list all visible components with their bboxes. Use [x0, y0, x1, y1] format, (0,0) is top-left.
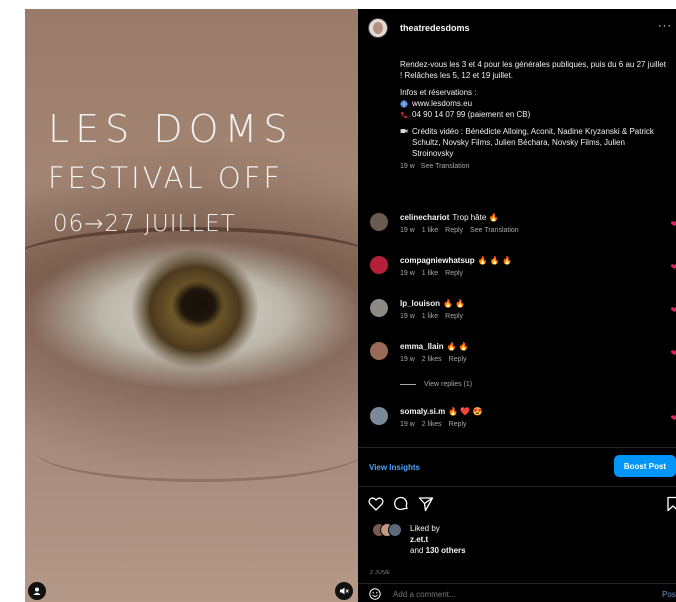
caption-meta: 19 w See Translation: [400, 161, 668, 172]
liked-others[interactable]: 130 others: [426, 546, 466, 555]
speaker-muted-icon: [340, 587, 349, 595]
more-options-icon[interactable]: ···: [658, 20, 672, 32]
comment-item: compagniewhatsup 🔥 🔥 🔥 19 w 1 like Reply ❤: [370, 256, 676, 277]
poster-dates: 06→27 JUILLET: [53, 211, 236, 237]
liker-avatar: [388, 523, 402, 537]
caption-website-row: www.lesdoms.eu: [400, 98, 668, 109]
caption-age: 19 w: [400, 163, 415, 170]
post-actions: Liked by z.et.t and 130 others 2 JUNE Po…: [358, 486, 676, 602]
see-translation-link[interactable]: See Translation: [421, 163, 470, 170]
replies-divider: [400, 384, 416, 385]
comment-likes[interactable]: 1 like: [422, 313, 438, 320]
post-caption: Rendez-vous les 3 et 4 pour les générale…: [400, 59, 668, 172]
comment-username[interactable]: lp_louison: [400, 299, 440, 308]
comment-username[interactable]: compagniewhatsup: [400, 256, 475, 265]
author-avatar[interactable]: [368, 18, 388, 38]
action-icons: [368, 496, 434, 512]
comment-like-heart-icon[interactable]: ❤: [670, 348, 676, 359]
commenter-avatar[interactable]: [370, 342, 388, 360]
fire-emoji: 🔥 🔥: [446, 342, 469, 351]
comment-item: emma_llain 🔥 🔥 19 w 2 likes Reply ❤: [370, 342, 676, 363]
phone-icon: [401, 111, 408, 118]
comment-item: lp_louison 🔥 🔥 19 w 1 like Reply ❤: [370, 299, 676, 320]
commenter-avatar[interactable]: [370, 407, 388, 425]
comment-reply-button[interactable]: Reply: [445, 313, 463, 320]
comment-like-heart-icon[interactable]: ❤: [670, 413, 676, 424]
commenter-avatar[interactable]: [370, 256, 388, 274]
comment-like-heart-icon[interactable]: ❤: [670, 305, 676, 316]
comment-reply-button[interactable]: Reply: [445, 227, 463, 234]
comment-reply-button[interactable]: Reply: [449, 421, 467, 428]
see-translation-link[interactable]: See Translation: [470, 227, 519, 234]
view-replies-label: View replies (1): [424, 381, 473, 388]
comment-icon[interactable]: [393, 496, 409, 512]
save-button[interactable]: [666, 496, 676, 514]
comment-like-heart-icon[interactable]: ❤: [670, 262, 676, 273]
comment-likes[interactable]: 1 like: [422, 270, 438, 277]
liked-avatars[interactable]: [372, 523, 408, 537]
post-date[interactable]: 2 JUNE: [370, 570, 390, 576]
heart-icon[interactable]: [368, 496, 384, 512]
comment-age: 19 w: [400, 313, 415, 320]
bookmark-icon: [667, 496, 676, 512]
comment-item: celinechariot Trop hâte 🔥 19 w 1 like Reply…: [370, 213, 676, 234]
post-comment-button[interactable]: Post: [662, 590, 676, 599]
caption-credits: Crédits vidéo : Bénédicte Alloing, Aconi…: [412, 127, 654, 158]
comment-like-heart-icon[interactable]: ❤: [670, 219, 676, 230]
insights-bar: View Insights Boost Post: [358, 447, 676, 486]
poster-subtitle: FESTIVAL OFF: [48, 161, 284, 195]
caption-website: www.lesdoms.eu: [412, 99, 473, 108]
liked-by: Liked by z.et.t and 130 others: [372, 523, 466, 556]
comment-username[interactable]: emma_llain: [400, 342, 444, 351]
author-username[interactable]: theatredesdoms: [400, 23, 470, 33]
globe-icon: [400, 99, 408, 108]
caption-credits-row: Crédits vidéo : Bénédicte Alloing, Aconi…: [400, 126, 668, 159]
liked-user[interactable]: z.et.t: [410, 535, 428, 544]
comment-age: 19 w: [400, 421, 415, 428]
poster-title: LES DOMS: [48, 107, 294, 151]
tagged-users-button[interactable]: [28, 582, 46, 600]
comment-likes[interactable]: 2 likes: [422, 421, 442, 428]
caption-text: Rendez-vous les 3 et 4 pour les générale…: [400, 60, 666, 80]
view-replies-button[interactable]: View replies (1): [400, 381, 472, 388]
comment-reply-button[interactable]: Reply: [449, 356, 467, 363]
view-insights-link[interactable]: View Insights: [369, 463, 420, 472]
post-sidebar: theatredesdoms ··· Rendez-vous les 3 et …: [358, 9, 676, 602]
fire-emoji: 🔥: [488, 213, 499, 222]
lower-lid-crease: [35, 419, 358, 482]
comment-age: 19 w: [400, 227, 415, 234]
post-header: theatredesdoms ···: [358, 9, 676, 47]
share-icon[interactable]: [418, 496, 434, 512]
comment-reply-button[interactable]: Reply: [445, 270, 463, 277]
post-media[interactable]: LES DOMS FESTIVAL OFF 06→27 JUILLET: [25, 9, 358, 602]
boost-post-button[interactable]: Boost Post: [614, 455, 676, 477]
mute-button[interactable]: [335, 582, 353, 600]
caption-phone: 04 90 14 07 99 (paiement en CB): [412, 110, 531, 119]
caption-info-heading: Infos et réservations :: [400, 88, 477, 97]
comment-text: Trop hâte: [452, 213, 487, 222]
comment-age: 19 w: [400, 270, 415, 277]
fire-emoji: 🔥 🔥 🔥: [477, 256, 513, 265]
instagram-post-dialog: LES DOMS FESTIVAL OFF 06→27 JUILLET thea…: [25, 9, 676, 602]
comment-age: 19 w: [400, 356, 415, 363]
camera-icon: [400, 129, 408, 133]
comment-likes[interactable]: 2 likes: [422, 356, 442, 363]
commenter-avatar[interactable]: [370, 213, 388, 231]
emoji-icon[interactable]: [369, 588, 381, 600]
comment-emojis: 🔥 ❤️ 😍: [448, 407, 483, 416]
commenter-avatar[interactable]: [370, 299, 388, 317]
comment-username[interactable]: celinechariot: [400, 213, 449, 222]
add-comment-bar: Post: [358, 583, 676, 602]
liked-by-text: Liked by z.et.t and 130 others: [410, 523, 466, 556]
caption-phone-row: 04 90 14 07 99 (paiement en CB): [400, 109, 668, 120]
add-comment-input[interactable]: [393, 589, 613, 599]
user-icon: [33, 587, 41, 595]
liked-others-prefix: and: [410, 546, 424, 555]
comment-likes[interactable]: 1 like: [422, 227, 438, 234]
liked-by-label: Liked by: [410, 524, 440, 533]
fire-emoji: 🔥 🔥: [443, 299, 466, 308]
eyelid-shadow: [25, 227, 358, 301]
comment-username[interactable]: somaly.si.m: [400, 407, 445, 416]
comment-item: somaly.si.m 🔥 ❤️ 😍 19 w 2 likes Reply ❤: [370, 407, 676, 428]
